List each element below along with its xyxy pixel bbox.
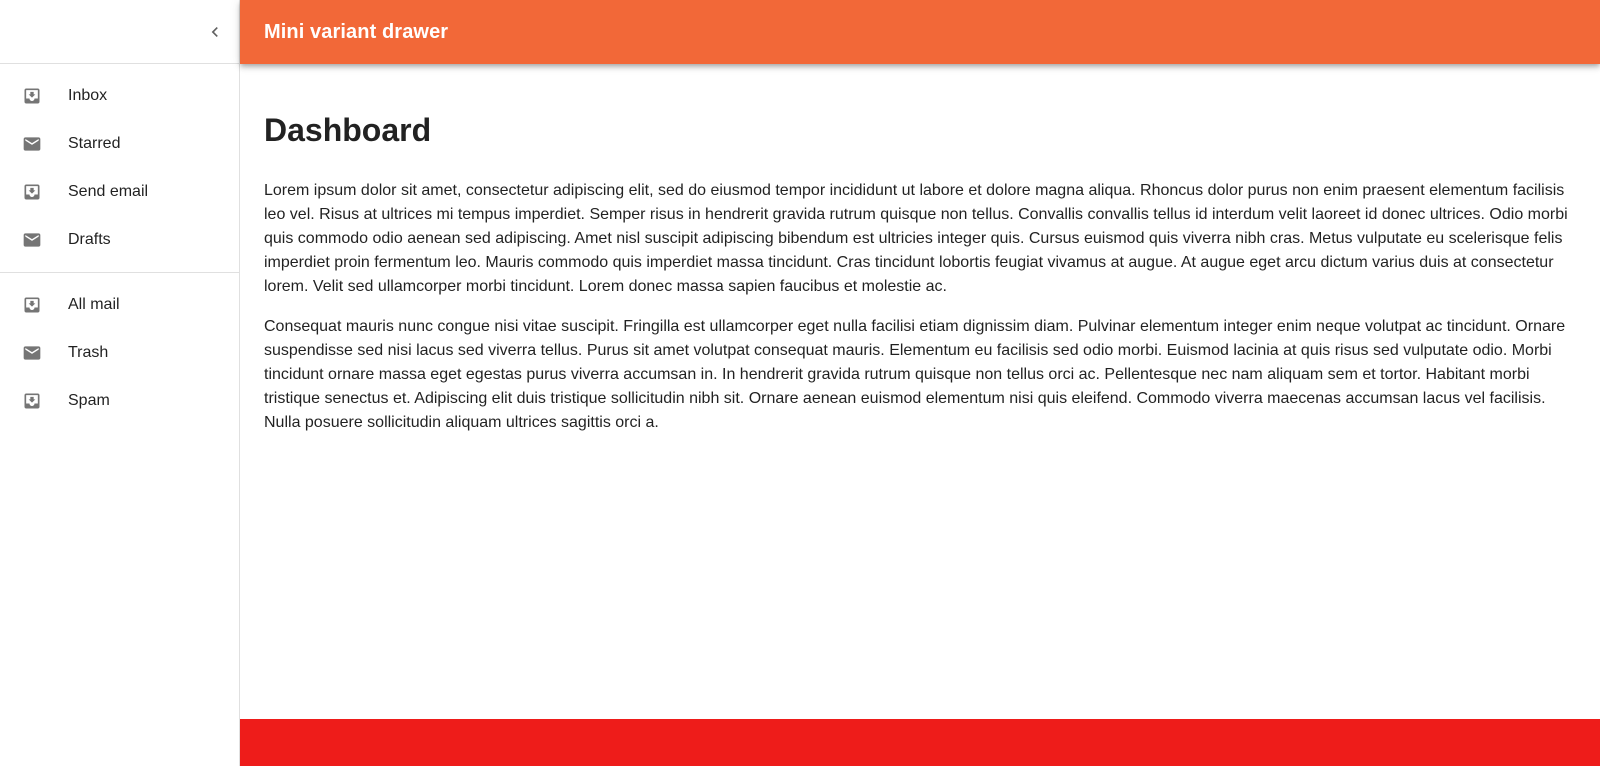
drawer-header xyxy=(0,0,239,64)
chevron-left-icon xyxy=(211,26,218,37)
secondary-nav-list: All mail Trash Spam xyxy=(0,273,239,433)
main-content: Dashboard Lorem ipsum dolor sit amet, co… xyxy=(240,64,1600,719)
nav-item-all-mail[interactable]: All mail xyxy=(0,281,239,329)
nav-item-spam[interactable]: Spam xyxy=(0,377,239,425)
nav-item-starred[interactable]: Starred xyxy=(0,120,239,168)
collapse-drawer-button[interactable] xyxy=(203,20,227,44)
app-bar-title: Mini variant drawer xyxy=(264,20,449,43)
body-paragraph: Lorem ipsum dolor sit amet, consectetur … xyxy=(264,182,1568,295)
move-to-inbox-icon xyxy=(20,180,44,204)
nav-item-trash[interactable]: Trash xyxy=(0,329,239,377)
nav-item-inbox[interactable]: Inbox xyxy=(0,72,239,120)
footer-bar xyxy=(240,719,1600,766)
nav-item-drafts[interactable]: Drafts xyxy=(0,216,239,264)
nav-item-label: Send email xyxy=(68,183,149,200)
page-title: Dashboard xyxy=(264,112,432,148)
nav-item-send-email[interactable]: Send email xyxy=(0,168,239,216)
side-drawer: Inbox Starred Send email Drafts All mail… xyxy=(0,0,240,766)
nav-item-label: Drafts xyxy=(68,231,111,248)
nav-item-label: Trash xyxy=(68,344,109,361)
move-to-inbox-icon xyxy=(20,389,44,413)
nav-item-label: All mail xyxy=(68,296,120,313)
nav-item-label: Inbox xyxy=(68,87,108,104)
mail-icon xyxy=(20,228,44,252)
nav-item-label: Starred xyxy=(68,135,121,152)
mail-icon xyxy=(20,341,44,365)
mail-icon xyxy=(20,132,44,156)
move-to-inbox-icon xyxy=(20,293,44,317)
move-to-inbox-icon xyxy=(20,84,44,108)
nav-item-label: Spam xyxy=(68,392,110,409)
primary-nav-list: Inbox Starred Send email Drafts xyxy=(0,64,239,272)
app-bar: Mini variant drawer xyxy=(240,0,1600,64)
body-paragraph: Consequat mauris nunc congue nisi vitae … xyxy=(264,318,1566,431)
